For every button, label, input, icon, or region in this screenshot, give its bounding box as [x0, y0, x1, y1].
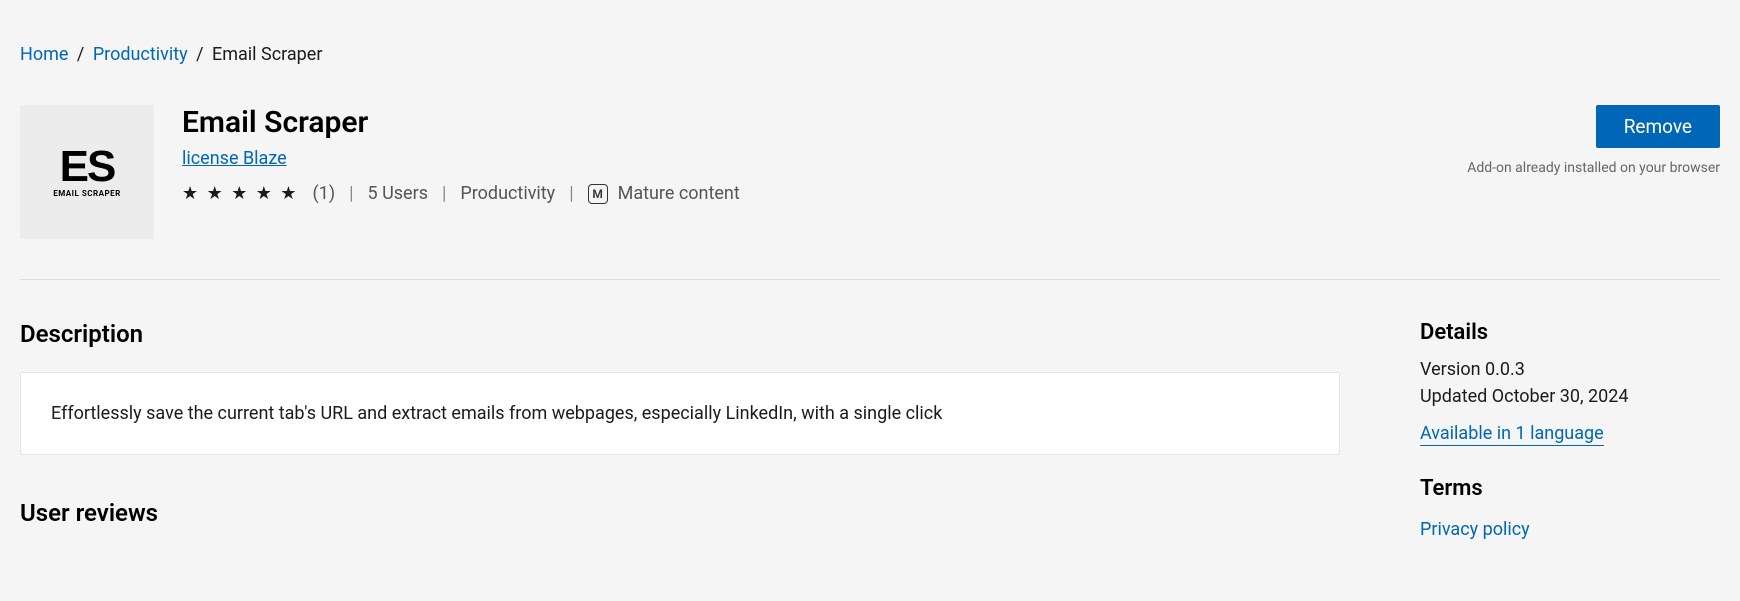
remove-button[interactable]: Remove	[1596, 105, 1720, 148]
breadcrumb: Home / Productivity / Email Scraper	[20, 44, 1720, 65]
meta-separator: |	[349, 183, 353, 204]
terms-heading: Terms	[1420, 476, 1720, 501]
breadcrumb-home-link[interactable]: Home	[20, 44, 68, 65]
mature-label: Mature content	[618, 183, 740, 204]
divider	[20, 279, 1720, 280]
description-heading: Description	[20, 320, 1340, 348]
meta-separator: |	[569, 183, 573, 204]
extension-icon-letters: ES	[60, 146, 115, 188]
extension-title: Email Scraper	[182, 105, 1432, 140]
details-updated: Updated October 30, 2024	[1420, 386, 1720, 407]
breadcrumb-category-link[interactable]: Productivity	[93, 44, 188, 65]
category-label: Productivity	[460, 183, 555, 204]
languages-link[interactable]: Available in 1 language	[1420, 423, 1604, 446]
rating-stars-icon: ★ ★ ★ ★ ★	[182, 183, 299, 204]
description-text: Effortlessly save the current tab's URL …	[51, 403, 942, 424]
meta-separator: |	[442, 183, 446, 204]
privacy-policy-link[interactable]: Privacy policy	[1420, 519, 1530, 540]
breadcrumb-current: Email Scraper	[212, 44, 322, 65]
mature-badge-icon: M	[588, 184, 608, 204]
extension-meta-row: ★ ★ ★ ★ ★ (1) | 5 Users | Productivity |…	[182, 183, 1432, 204]
reviews-heading: User reviews	[20, 499, 1340, 527]
user-count: 5 Users	[368, 183, 428, 204]
breadcrumb-separator: /	[77, 44, 84, 65]
breadcrumb-separator: /	[196, 44, 203, 65]
details-heading: Details	[1420, 320, 1720, 345]
publisher-link[interactable]: license Blaze	[182, 148, 287, 169]
details-version: Version 0.0.3	[1420, 359, 1720, 380]
extension-icon-subtext: EMAIL SCRAPER	[53, 189, 121, 198]
description-card: Effortlessly save the current tab's URL …	[20, 372, 1340, 455]
extension-header: ES EMAIL SCRAPER Email Scraper license B…	[20, 105, 1720, 239]
extension-icon: ES EMAIL SCRAPER	[20, 105, 154, 239]
installed-note: Add-on already installed on your browser	[1467, 160, 1720, 176]
rating-count: (1)	[313, 183, 336, 204]
